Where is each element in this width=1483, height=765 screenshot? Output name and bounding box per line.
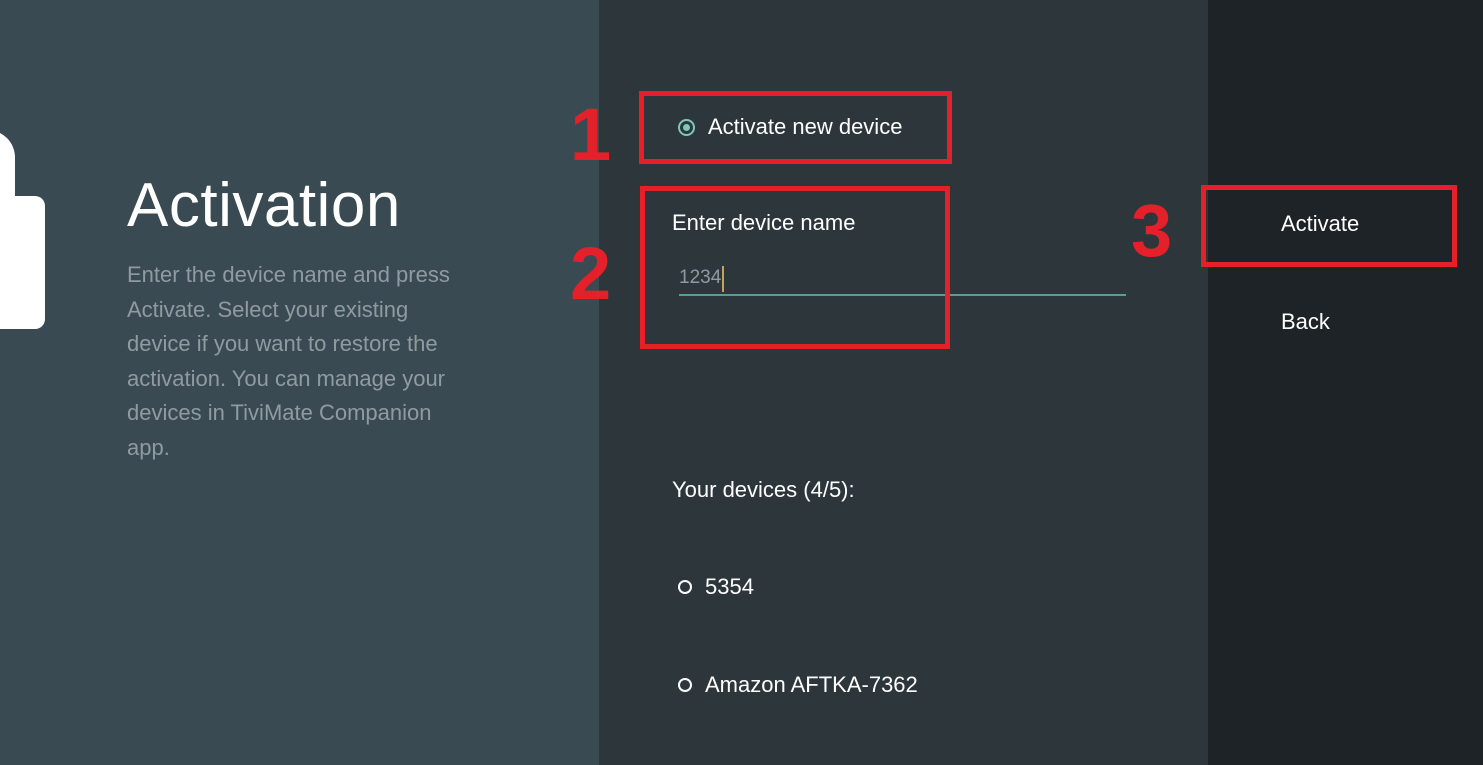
device-option-5354[interactable]: 5354 <box>678 574 754 600</box>
activation-screen: Activation Enter the device name and pre… <box>0 0 1483 765</box>
activate-new-device-option[interactable]: Activate new device <box>678 114 902 140</box>
device-name-label: Enter device name <box>672 210 856 235</box>
text-cursor <box>722 266 724 292</box>
device-label: 5354 <box>705 574 754 599</box>
info-panel: Activation Enter the device name and pre… <box>0 0 599 765</box>
radio-unchecked-icon <box>678 678 692 692</box>
activate-new-device-label: Activate new device <box>708 114 903 139</box>
device-option-amazon[interactable]: Amazon AFTKA-7362 <box>678 672 918 698</box>
radio-unchecked-icon <box>678 580 692 594</box>
actions-panel <box>1208 0 1483 765</box>
device-label: Amazon AFTKA-7362 <box>705 672 918 697</box>
back-button[interactable]: Back <box>1281 309 1330 335</box>
activate-button[interactable]: Activate <box>1281 211 1359 237</box>
radio-checked-icon <box>678 118 695 136</box>
lock-icon <box>0 196 45 329</box>
page-title: Activation <box>127 171 401 240</box>
your-devices-heading: Your devices (4/5): <box>672 477 855 502</box>
page-description: Enter the device name and press Activate… <box>127 262 450 460</box>
device-name-input[interactable] <box>679 262 1126 296</box>
